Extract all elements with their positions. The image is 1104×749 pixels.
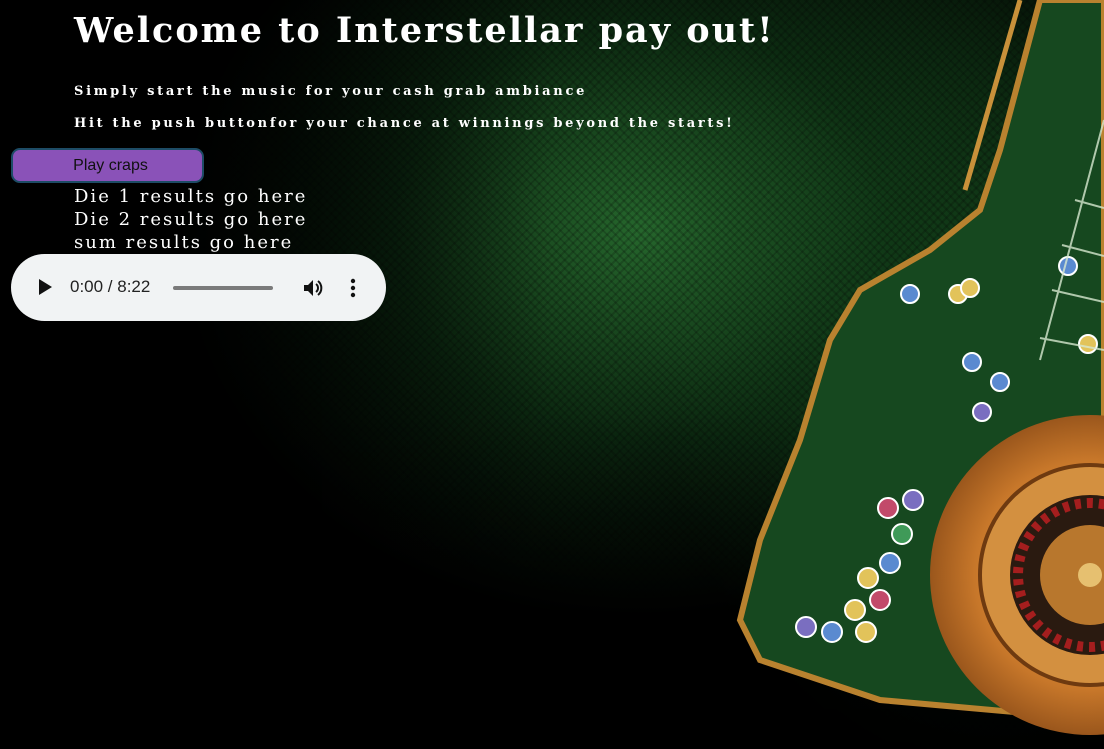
more-options-icon[interactable] (347, 276, 359, 300)
die-1-result: Die 1 results go here (74, 186, 308, 207)
push-button-instruction: Hit the push buttonfor your chance at wi… (74, 116, 735, 131)
play-icon[interactable] (39, 279, 52, 295)
page-title: Welcome to Interstellar pay out! (74, 10, 775, 51)
volume-icon[interactable] (301, 276, 325, 300)
audio-progress-slider[interactable] (173, 286, 273, 290)
audio-time: 0:00 / 8:22 (70, 277, 151, 296)
die-2-result: Die 2 results go here (74, 209, 308, 230)
music-instruction: Simply start the music for your cash gra… (74, 84, 588, 99)
play-craps-button[interactable]: Play craps (11, 148, 204, 183)
sum-result: sum results go here (74, 232, 294, 253)
audio-player: 0:00 / 8:22 (11, 254, 386, 321)
